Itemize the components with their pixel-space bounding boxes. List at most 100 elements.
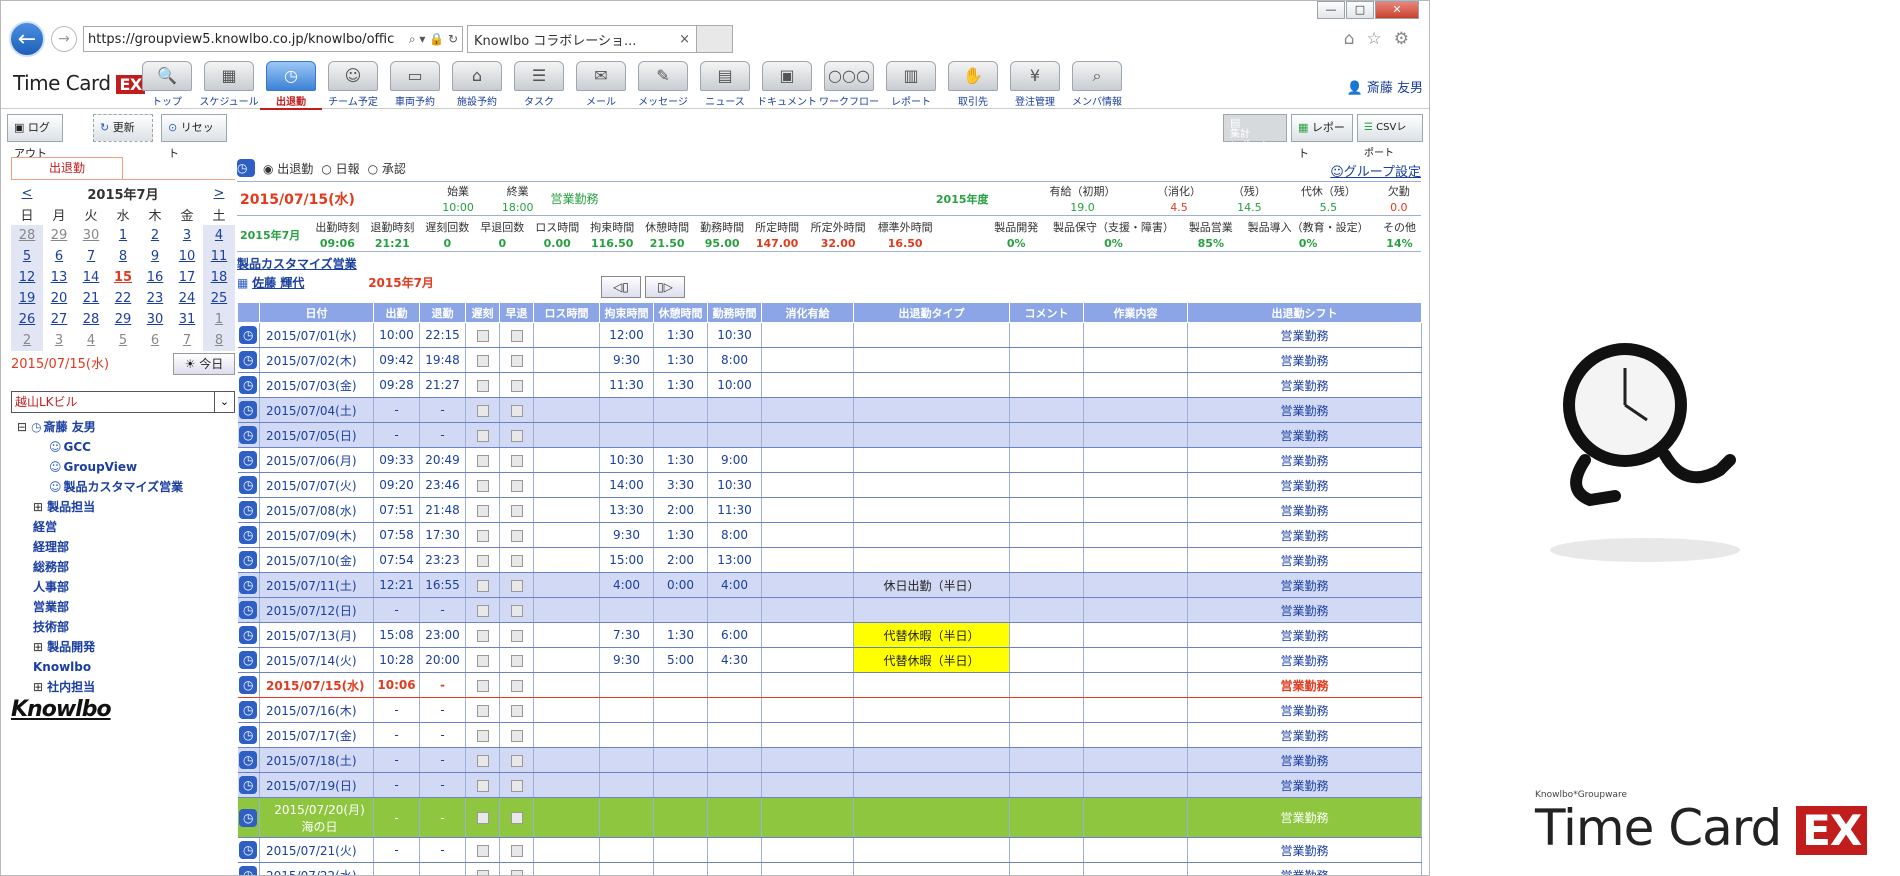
calendar-day[interactable]: 6: [43, 246, 75, 267]
row-type[interactable]: [853, 472, 1010, 498]
row-date[interactable]: 2015/07/18(土): [259, 747, 374, 773]
row-comment[interactable]: [1009, 572, 1084, 598]
clock-icon[interactable]: ◷: [239, 451, 258, 469]
calendar-day[interactable]: 14: [75, 267, 107, 288]
row-comment[interactable]: [1009, 837, 1084, 863]
checkbox[interactable]: [476, 812, 489, 824]
row-date[interactable]: 2015/07/08(水): [259, 497, 374, 523]
tree-item[interactable]: ⊟ ◷ 斎藤 友男: [11, 417, 235, 437]
late-checkbox-cell[interactable]: [465, 572, 500, 598]
table-row[interactable]: ◷ 2015/07/12(日) - - 営業勤務: [237, 597, 1422, 623]
minimize-button[interactable]: —: [1317, 1, 1345, 19]
clock-icon[interactable]: ◷: [239, 551, 258, 569]
calendar-day[interactable]: 29: [107, 309, 139, 330]
row-date[interactable]: 2015/07/19(日): [259, 772, 374, 798]
late-checkbox-cell[interactable]: [465, 747, 500, 773]
clock-icon[interactable]: ◷: [239, 501, 258, 519]
row-icon-cell[interactable]: ◷: [237, 522, 260, 548]
row-date[interactable]: 2015/07/11(土): [259, 572, 374, 598]
early-checkbox-cell[interactable]: [499, 472, 534, 498]
menu-item-1[interactable]: ▦ スケジュール: [198, 61, 260, 110]
early-checkbox-cell[interactable]: [499, 422, 534, 448]
row-type[interactable]: [853, 772, 1010, 798]
menu-item-7[interactable]: ✉ メール: [570, 61, 632, 110]
late-checkbox-cell[interactable]: [465, 862, 500, 875]
clock-icon[interactable]: ◷: [239, 841, 258, 859]
checkbox[interactable]: [476, 729, 489, 742]
row-icon-cell[interactable]: ◷: [237, 697, 260, 723]
early-checkbox-cell[interactable]: [499, 572, 534, 598]
table-row[interactable]: ◷ 2015/07/05(日) - - 営業勤務: [237, 422, 1422, 448]
early-checkbox-cell[interactable]: [499, 372, 534, 398]
clock-icon[interactable]: ◷: [239, 601, 258, 619]
calendar-day[interactable]: 8: [203, 330, 235, 351]
checkbox[interactable]: [476, 869, 489, 875]
row-comment[interactable]: [1009, 472, 1084, 498]
checkbox[interactable]: [476, 629, 489, 642]
group-setting-link[interactable]: ☺グループ設定: [1330, 161, 1421, 180]
home-icon[interactable]: ⌂: [1344, 29, 1355, 49]
url-text[interactable]: https://groupview5.knowlbo.co.jp/knowlbo…: [88, 32, 409, 47]
row-date[interactable]: 2015/07/12(日): [259, 597, 374, 623]
row-icon-cell[interactable]: ◷: [237, 747, 260, 773]
tree-item[interactable]: ☺ 製品カスタマイズ営業: [11, 477, 235, 497]
expand-icon[interactable]: ⊞: [33, 500, 43, 514]
row-type[interactable]: [853, 372, 1010, 398]
sidebar-tab[interactable]: 出退勤: [11, 157, 123, 179]
maximize-button[interactable]: □: [1346, 1, 1374, 19]
checkbox[interactable]: [476, 429, 489, 442]
address-bar[interactable]: https://groupview5.knowlbo.co.jp/knowlbo…: [83, 26, 463, 52]
tree-item[interactable]: Knowlbo: [11, 657, 235, 677]
checkbox[interactable]: [476, 454, 489, 467]
close-button[interactable]: ✕: [1375, 1, 1419, 19]
row-type[interactable]: [853, 597, 1010, 623]
summary-report-button[interactable]: ▤ 集計 レポート: [1223, 114, 1287, 152]
row-icon-cell[interactable]: ◷: [237, 397, 260, 423]
checkbox[interactable]: [510, 729, 523, 742]
table-row[interactable]: ◷ 2015/07/16(木) - - 営業勤務: [237, 697, 1422, 723]
row-date[interactable]: 2015/07/09(木): [259, 522, 374, 548]
menu-item-8[interactable]: ✎ メッセージ: [632, 61, 694, 110]
row-type[interactable]: [853, 322, 1010, 348]
row-task[interactable]: [1083, 422, 1188, 448]
late-checkbox-cell[interactable]: [465, 397, 500, 423]
row-icon-cell[interactable]: ◷: [237, 572, 260, 598]
checkbox[interactable]: [510, 779, 523, 792]
checkbox[interactable]: [510, 454, 523, 467]
checkbox[interactable]: [476, 779, 489, 792]
checkbox[interactable]: [476, 379, 489, 392]
menu-item-11[interactable]: ○○○ ワークフロー: [818, 61, 880, 110]
csv-report-button[interactable]: ☰ CSVレポート: [1357, 114, 1423, 159]
calendar-day[interactable]: 31: [171, 309, 203, 330]
row-task[interactable]: [1083, 772, 1188, 798]
calendar-day[interactable]: 18: [203, 267, 235, 288]
row-date[interactable]: 2015/07/07(火): [259, 472, 374, 498]
row-type[interactable]: [853, 547, 1010, 573]
calendar-day[interactable]: 6: [139, 330, 171, 351]
checkbox[interactable]: [510, 844, 523, 857]
table-row[interactable]: ◷ 2015/07/13(月) 15:08 23:00 7:30 1:30 6:00 代替休暇…: [237, 622, 1422, 648]
row-comment[interactable]: [1009, 672, 1084, 698]
checkbox[interactable]: [510, 704, 523, 717]
row-task[interactable]: [1083, 472, 1188, 498]
menu-item-10[interactable]: ▣ ドキュメント: [756, 61, 818, 110]
checkbox[interactable]: [476, 479, 489, 492]
checkbox[interactable]: [510, 479, 523, 492]
checkbox[interactable]: [476, 754, 489, 767]
row-date[interactable]: 2015/07/01(水): [259, 322, 374, 348]
calendar-day[interactable]: 16: [139, 267, 171, 288]
next-month-button[interactable]: ▯▷: [645, 276, 685, 298]
tree-item[interactable]: 技術部: [11, 617, 235, 637]
calendar-day[interactable]: 13: [43, 267, 75, 288]
row-type[interactable]: [853, 697, 1010, 723]
calendar-day[interactable]: 1: [203, 309, 235, 330]
browser-tab[interactable]: Knowlbo コラボレーショ... ×: [467, 25, 697, 53]
early-checkbox-cell[interactable]: [499, 837, 534, 863]
row-task[interactable]: [1083, 672, 1188, 698]
menu-item-13[interactable]: ✋ 取引先: [942, 61, 1004, 110]
calendar-day[interactable]: 21: [75, 288, 107, 309]
early-checkbox-cell[interactable]: [499, 772, 534, 798]
row-date[interactable]: 2015/07/21(火): [259, 837, 374, 863]
calendar-day[interactable]: 4: [203, 225, 235, 246]
calendar-day[interactable]: 9: [139, 246, 171, 267]
